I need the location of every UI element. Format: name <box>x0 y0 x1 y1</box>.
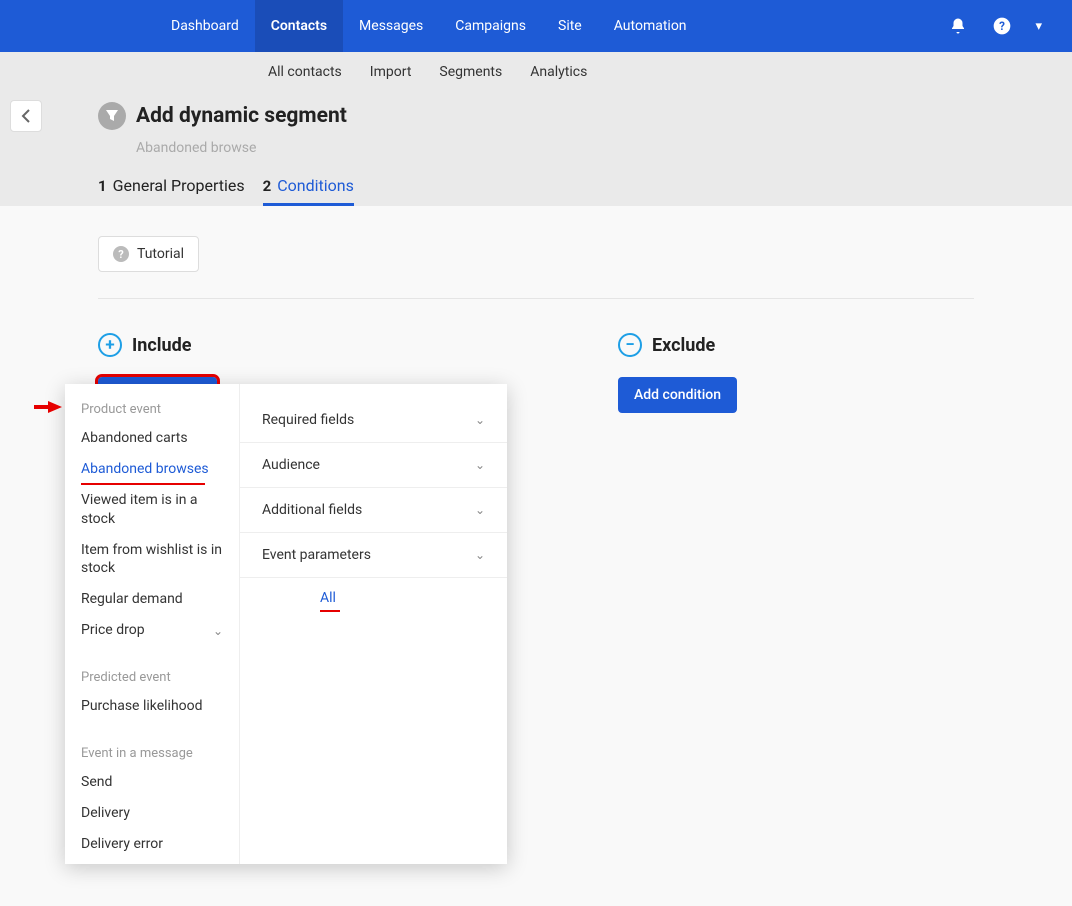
wizard-tab-label: Conditions <box>277 176 354 195</box>
field-label: Additional fields <box>262 502 362 518</box>
bell-icon[interactable] <box>947 15 969 37</box>
plus-icon[interactable]: + <box>98 333 122 357</box>
tutorial-button[interactable]: ? Tutorial <box>98 236 199 272</box>
add-condition-exclude-button[interactable]: Add condition <box>618 377 737 413</box>
nav-contacts[interactable]: Contacts <box>255 0 343 52</box>
chevron-down-icon: ⌄ <box>475 548 485 562</box>
group-head-predicted-event: Predicted event <box>65 666 239 691</box>
chevron-down-icon: ⌄ <box>475 413 485 427</box>
option-regular-demand[interactable]: Regular demand <box>65 584 239 615</box>
option-send[interactable]: Send <box>65 767 239 798</box>
account-dropdown[interactable]: ▾ <box>1035 19 1042 34</box>
svg-text:?: ? <box>1000 19 1006 33</box>
option-delivery-error[interactable]: Delivery error <box>65 829 239 860</box>
field-label: Required fields <box>262 412 354 428</box>
content-area: ? Tutorial + Include Add condition − Exc… <box>0 206 1072 906</box>
field-label: All <box>320 590 336 606</box>
option-delivery[interactable]: Delivery <box>65 798 239 829</box>
nav-automation[interactable]: Automation <box>598 0 703 52</box>
field-event-parameters[interactable]: Event parameters ⌄ <box>240 533 507 578</box>
wizard-tab-num: 1 <box>98 177 107 195</box>
chevron-down-icon: ⌄ <box>475 458 485 472</box>
option-price-drop[interactable]: Price drop ⌄ <box>65 615 239 646</box>
annotation-arrowhead <box>48 401 62 413</box>
wizard-tab-conditions[interactable]: 2 Conditions <box>263 176 354 205</box>
group-head-product-event: Product event <box>65 398 239 423</box>
option-label: Abandoned browses <box>81 460 209 479</box>
wizard-tab-general[interactable]: 1 General Properties <box>98 176 245 205</box>
back-button[interactable] <box>10 100 42 132</box>
filter-icon <box>98 102 126 130</box>
question-icon: ? <box>113 246 129 262</box>
top-nav: Dashboard Contacts Messages Campaigns Si… <box>0 0 1072 52</box>
annotation-underline <box>320 610 340 612</box>
field-label: Event parameters <box>262 547 371 563</box>
nav-site[interactable]: Site <box>542 0 598 52</box>
condition-dropdown: Product event Abandoned carts Abandoned … <box>65 384 507 864</box>
field-all[interactable]: All <box>240 578 507 618</box>
field-label: Audience <box>262 457 320 473</box>
page-title: Add dynamic segment <box>136 104 347 128</box>
group-head-event-message: Event in a message <box>65 742 239 767</box>
exclude-title: Exclude <box>652 335 715 356</box>
option-abandoned-carts[interactable]: Abandoned carts <box>65 423 239 454</box>
page-header: Add dynamic segment Abandoned browse 1 G… <box>0 92 1072 206</box>
tutorial-label: Tutorial <box>137 246 184 262</box>
field-required-fields[interactable]: Required fields ⌄ <box>240 398 507 443</box>
chevron-down-icon: ⌄ <box>475 503 485 517</box>
option-purchase-likelihood[interactable]: Purchase likelihood <box>65 691 239 722</box>
sub-nav: All contacts Import Segments Analytics <box>0 52 1072 92</box>
minus-icon[interactable]: − <box>618 333 642 357</box>
option-viewed-item-stock[interactable]: Viewed item is in a stock <box>65 485 239 535</box>
nav-campaigns[interactable]: Campaigns <box>439 0 542 52</box>
condition-field-panel: Required fields ⌄ Audience ⌄ Additional … <box>240 384 507 864</box>
subnav-import[interactable]: Import <box>370 64 412 80</box>
exclude-section: − Exclude Add condition <box>618 333 737 413</box>
annotation-arrow <box>34 405 49 409</box>
option-label: Price drop <box>81 621 145 640</box>
nav-messages[interactable]: Messages <box>343 0 439 52</box>
option-abandoned-browses[interactable]: Abandoned browses <box>65 454 239 485</box>
option-wishlist-stock[interactable]: Item from wishlist is in stock <box>65 535 239 585</box>
wizard-tab-num: 2 <box>263 177 272 195</box>
condition-category-panel: Product event Abandoned carts Abandoned … <box>65 384 240 864</box>
subnav-segments[interactable]: Segments <box>439 64 502 80</box>
chevron-down-icon: ⌄ <box>213 623 223 639</box>
help-icon[interactable]: ? <box>991 15 1013 37</box>
subnav-analytics[interactable]: Analytics <box>530 64 587 80</box>
field-audience[interactable]: Audience ⌄ <box>240 443 507 488</box>
field-additional-fields[interactable]: Additional fields ⌄ <box>240 488 507 533</box>
include-title: Include <box>132 335 191 356</box>
wizard-tabs: 1 General Properties 2 Conditions <box>0 176 1072 206</box>
segment-name-label: Abandoned browse <box>0 140 1072 156</box>
divider <box>98 298 974 299</box>
annotation-underline <box>81 483 205 485</box>
wizard-tab-label: General Properties <box>113 176 245 195</box>
subnav-all-contacts[interactable]: All contacts <box>268 64 342 80</box>
nav-dashboard[interactable]: Dashboard <box>155 0 255 52</box>
